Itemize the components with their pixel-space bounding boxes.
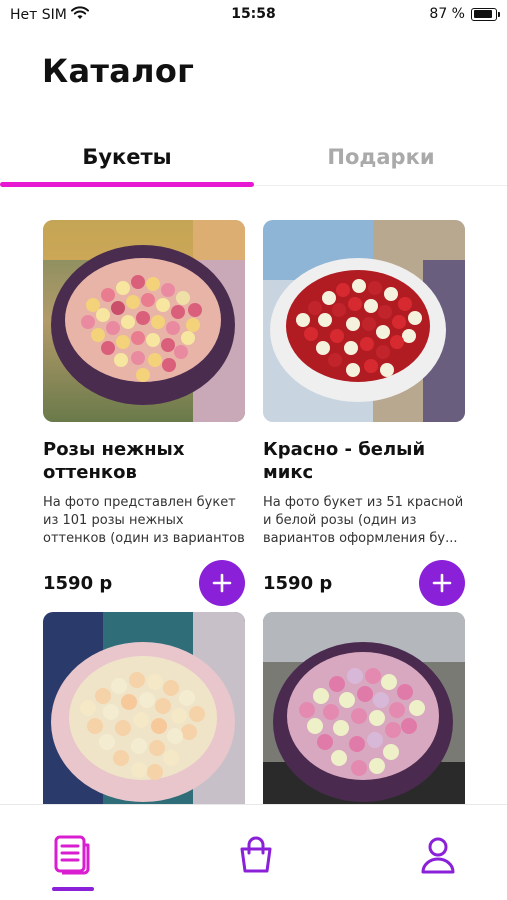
product-card[interactable] — [43, 612, 245, 804]
catalog-icon — [54, 835, 90, 875]
nav-active-indicator — [52, 887, 94, 891]
product-title: Розы нежных оттенков — [43, 439, 185, 483]
product-image — [263, 612, 465, 804]
nav-catalog[interactable] — [48, 831, 96, 879]
profile-icon — [421, 837, 455, 874]
product-card[interactable]: Розы нежных оттенков На фото представлен… — [43, 220, 245, 606]
bottom-navigation — [0, 804, 507, 900]
product-card[interactable] — [263, 612, 465, 804]
product-card[interactable]: Красно - белый микс На фото букет из 51 … — [263, 220, 465, 606]
plus-icon — [212, 573, 232, 593]
product-image — [43, 612, 245, 804]
add-to-cart-button[interactable] — [419, 560, 465, 606]
product-image — [43, 220, 245, 422]
product-price: 1590 р — [263, 572, 333, 594]
tabs-divider — [254, 185, 507, 186]
tab-gifts[interactable]: Подарки — [254, 145, 507, 169]
nav-profile[interactable] — [414, 831, 462, 879]
product-description: На фото представлен букет из 101 розы не… — [43, 495, 245, 546]
plus-icon — [432, 573, 452, 593]
active-tab-indicator — [0, 182, 254, 187]
tab-bouquets[interactable]: Букеты — [0, 145, 254, 169]
product-description: На фото букет из 51 красной и белой розы… — [263, 495, 464, 546]
category-tabs: Букеты Подарки — [0, 130, 507, 190]
battery-icon — [471, 7, 500, 21]
page-title: Каталог — [42, 52, 195, 90]
product-grid: Розы нежных оттенков На фото представлен… — [0, 220, 507, 804]
status-bar: Нет SIM 15:58 87 % — [0, 0, 507, 28]
product-image — [263, 220, 465, 422]
product-title: Красно - белый микс — [263, 439, 426, 483]
nav-cart[interactable] — [232, 831, 280, 879]
add-to-cart-button[interactable] — [199, 560, 245, 606]
battery-status: 87 % — [429, 6, 500, 22]
product-price: 1590 р — [43, 572, 113, 594]
shopping-bag-icon — [240, 836, 272, 873]
battery-percent: 87 % — [429, 6, 465, 22]
